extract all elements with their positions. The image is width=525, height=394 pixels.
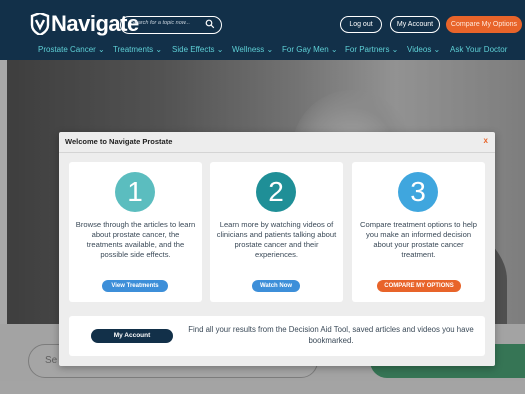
nav-item-ask-your-doctor[interactable]: Ask Your Doctor — [450, 45, 507, 54]
step-number-2: 2 — [256, 172, 296, 212]
step-card-watch: 2 Learn more by watching videos of clini… — [210, 162, 343, 302]
main-navigation: Prostate Cancer ⌄ Treatments ⌄ Side Effe… — [0, 42, 525, 60]
nav-item-videos[interactable]: Videos ⌄ — [407, 45, 440, 54]
search-placeholder: Search for a topic now... — [131, 20, 191, 26]
account-card-text: Find all your results from the Decision … — [188, 325, 474, 345]
search-input[interactable]: Search for a topic now... — [120, 16, 222, 34]
nav-item-treatments[interactable]: Treatments ⌄ — [113, 45, 162, 54]
nav-item-wellness[interactable]: Wellness ⌄ — [232, 45, 273, 54]
step-card-text: Browse through the articles to learn abo… — [75, 220, 196, 259]
close-icon[interactable]: x — [484, 136, 488, 145]
nav-item-for-gay-men[interactable]: For Gay Men ⌄ — [282, 45, 338, 54]
compare-my-options-button[interactable]: Compare My Options — [446, 16, 522, 33]
view-treatments-button[interactable]: View Treatments — [102, 280, 168, 292]
account-card: My Account Find all your results from th… — [69, 316, 485, 356]
step-card-text: Learn more by watching videos of clinici… — [216, 220, 337, 259]
watch-now-button[interactable]: Watch Now — [252, 280, 300, 292]
welcome-modal: Welcome to Navigate Prostate x 1 Browse … — [59, 132, 495, 366]
modal-divider — [59, 152, 495, 153]
site-header: Navigate Search for a topic now... Log o… — [0, 0, 525, 60]
nav-item-side-effects[interactable]: Side Effects ⌄ — [172, 45, 223, 54]
search-icon[interactable] — [205, 19, 215, 29]
logout-button[interactable]: Log out — [340, 16, 382, 33]
step-card-text: Compare treatment options to help you ma… — [360, 220, 477, 259]
nav-item-prostate-cancer[interactable]: Prostate Cancer ⌄ — [38, 45, 105, 54]
modal-my-account-button[interactable]: My Account — [91, 329, 173, 343]
nav-item-for-partners[interactable]: For Partners ⌄ — [345, 45, 398, 54]
step-card-compare: 3 Compare treatment options to help you … — [352, 162, 485, 302]
logo-emblem-icon — [30, 11, 50, 37]
compare-my-options-modal-button[interactable]: COMPARE MY OPTIONS — [377, 280, 461, 292]
step-card-browse: 1 Browse through the articles to learn a… — [69, 162, 202, 302]
modal-title: Welcome to Navigate Prostate — [65, 137, 173, 146]
step-number-3: 3 — [398, 172, 438, 212]
step-number-1: 1 — [115, 172, 155, 212]
my-account-button[interactable]: My Account — [390, 16, 440, 33]
